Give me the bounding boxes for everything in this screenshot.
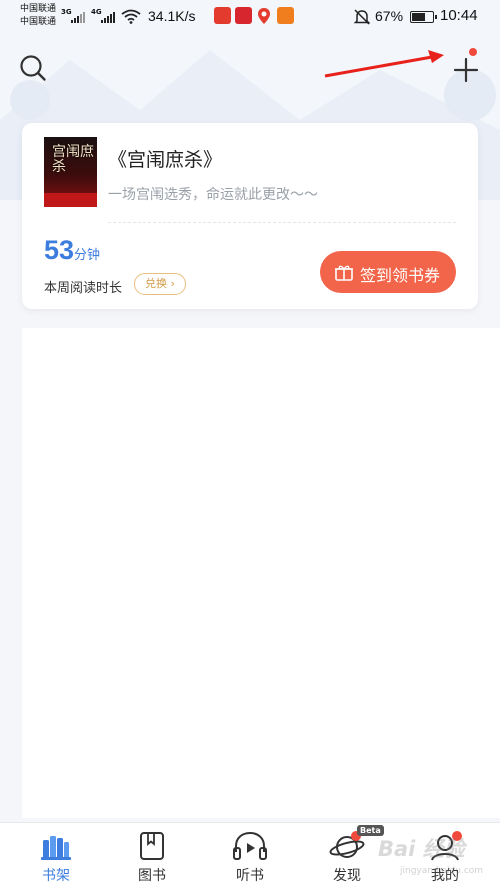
book-description: 一场宫闱选秀，命运就此更改～～ xyxy=(108,187,318,203)
wifi-icon xyxy=(121,9,141,24)
location-pin-icon xyxy=(258,8,270,24)
status-bar: 中国联通 中国联通 3G 4G 34.1K/s 67% 10:44 xyxy=(0,0,500,34)
search-button[interactable] xyxy=(18,53,48,83)
baidu-jingyan-watermark: Bai 经验 xyxy=(378,837,465,861)
app-notification-icon-3 xyxy=(277,7,294,24)
book-icon xyxy=(140,832,164,860)
signal-icon xyxy=(71,12,85,23)
gift-icon xyxy=(335,265,353,281)
sign-in-coupon-button[interactable]: 签到领书券 xyxy=(320,251,456,293)
notification-dot xyxy=(469,48,477,56)
tab-label-bookshelf: 书架 xyxy=(42,868,70,884)
tab-label-books: 图书 xyxy=(138,868,166,884)
current-book-card[interactable]: 宫闱庶杀 《宫闱庶杀》 一场宫闱选秀，命运就此更改～～ 53分钟 本周阅读时长 … xyxy=(22,123,478,309)
tab-bookshelf[interactable]: 书架 xyxy=(16,823,96,889)
add-button[interactable] xyxy=(450,53,482,85)
book-cover-title: 宫闱庶杀 xyxy=(52,144,94,175)
carrier-labels: 中国联通 中国联通 xyxy=(20,3,56,29)
search-icon xyxy=(20,55,46,81)
tab-label-audiobooks: 听书 xyxy=(236,868,264,884)
chevron-right-icon: › xyxy=(170,277,175,290)
carrier-1: 中国联通 xyxy=(20,4,57,14)
battery-fill xyxy=(412,13,425,21)
book-title[interactable]: 《宫闱庶杀》 xyxy=(108,145,222,172)
reading-unit: 分钟 xyxy=(74,248,101,263)
bookshelf-icon xyxy=(41,836,71,860)
watermark-url: jingyan.baidu.com xyxy=(400,866,484,876)
clock: 10:44 xyxy=(440,7,478,24)
reading-time: 53分钟 xyxy=(44,235,100,266)
tab-audiobooks[interactable]: 听书 xyxy=(210,823,290,889)
battery-icon xyxy=(410,11,437,23)
sign-in-label: 签到领书券 xyxy=(360,266,441,285)
partially-hidden-text xyxy=(30,813,110,821)
exchange-label: 兑换 xyxy=(145,277,167,290)
book-cover[interactable]: 宫闱庶杀 xyxy=(44,137,97,207)
app-notification-icon-2 xyxy=(235,7,252,24)
reading-minutes: 53 xyxy=(44,235,75,265)
bookshelf-content xyxy=(22,328,500,818)
network-speed: 34.1K/s xyxy=(148,8,196,24)
tab-books[interactable]: 图书 xyxy=(112,823,192,889)
app-notification-icon xyxy=(214,7,231,24)
exchange-button[interactable]: 兑换 › xyxy=(134,273,186,295)
reading-time-label: 本周阅读时长 xyxy=(44,281,123,296)
battery-percent: 67% xyxy=(375,8,404,24)
carrier-2: 中国联通 xyxy=(20,17,57,27)
tab-label-discover: 发现 xyxy=(333,868,361,884)
headphones-icon xyxy=(233,831,267,860)
mute-bell-icon xyxy=(353,9,371,25)
plus-icon xyxy=(453,57,479,83)
card-divider xyxy=(108,222,456,223)
signal-icon-2 xyxy=(101,12,115,23)
annotation-red-arrow xyxy=(324,50,444,78)
